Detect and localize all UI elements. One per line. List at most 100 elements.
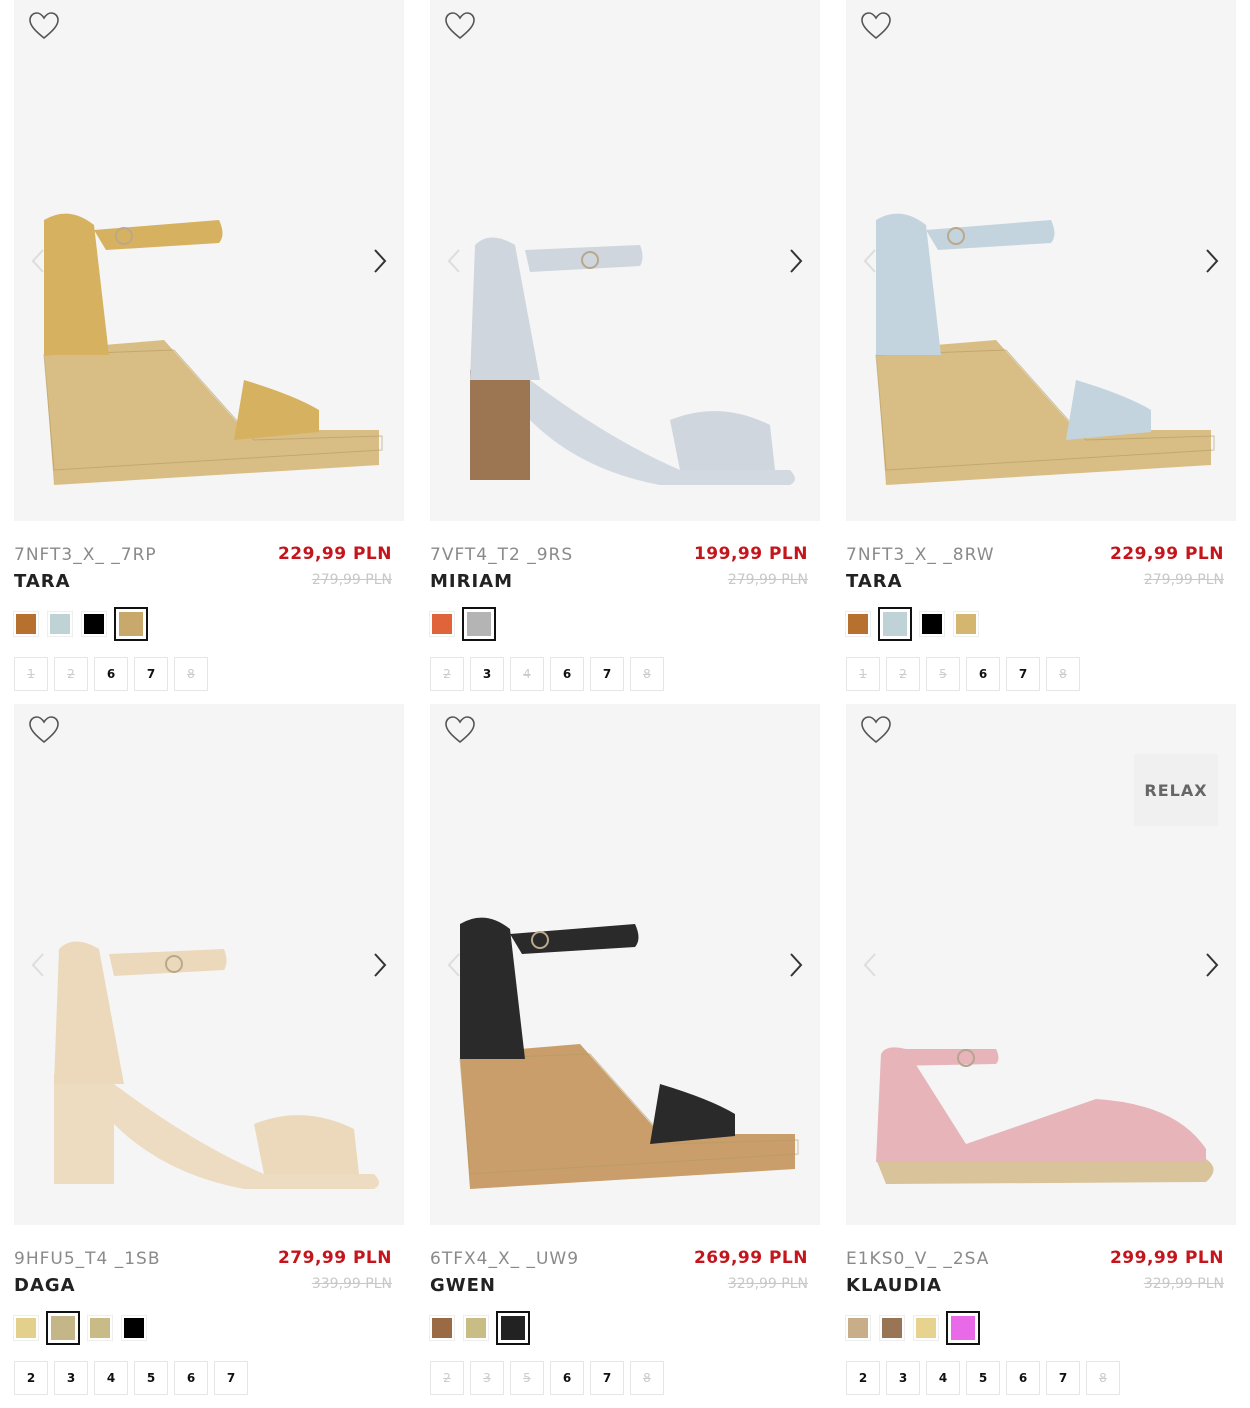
product-name[interactable]: GWEN (430, 1275, 496, 1296)
product-sku: 9HFU5_T4 _1SB (14, 1249, 161, 1269)
size-option[interactable]: 3 (470, 1361, 504, 1395)
size-option[interactable]: 2 (430, 657, 464, 691)
product-card[interactable]: 6TFX4_X_ _UW9 GWEN 269,99 PLN 329,99 PLN 2 3 5… (429, 704, 820, 1395)
size-options: 12678 (14, 657, 404, 691)
size-option[interactable]: 8 (1086, 1361, 1120, 1395)
size-option[interactable]: 3 (54, 1361, 88, 1395)
product-sku: E1KS0_V_ _2SA (846, 1249, 990, 1269)
chevron-left-icon[interactable] (860, 952, 880, 978)
size-option[interactable]: 4 (510, 657, 544, 691)
product-price: 229,99 PLN (1109, 544, 1224, 564)
chevron-right-icon[interactable] (370, 952, 390, 978)
heart-outline-icon[interactable] (860, 715, 892, 745)
color-swatch[interactable] (946, 1311, 980, 1345)
product-card[interactable]: RELAX E1KS0_V_ _2SA KLAUDIA 299,99 PLN 329,9… (845, 704, 1236, 1395)
color-swatch[interactable] (463, 1315, 489, 1341)
heart-outline-icon[interactable] (444, 715, 476, 745)
size-option[interactable]: 7 (214, 1361, 248, 1395)
color-swatch[interactable] (953, 611, 979, 637)
size-option[interactable]: 7 (590, 1361, 624, 1395)
color-swatch[interactable] (845, 611, 871, 637)
color-swatch[interactable] (13, 611, 39, 637)
chevron-left-icon[interactable] (28, 248, 48, 274)
product-name[interactable]: TARA (14, 571, 71, 592)
product-image[interactable] (430, 704, 820, 1225)
product-card[interactable]: 7VFT4_T2 _9RS MIRIAM 199,99 PLN 279,99 PLN 2… (429, 0, 820, 691)
product-old-price: 279,99 PLN (1143, 572, 1224, 588)
product-card[interactable]: 9HFU5_T4 _1SB DAGA 279,99 PLN 339,99 PLN 2 3 4… (13, 704, 404, 1395)
size-option[interactable]: 5 (926, 657, 960, 691)
color-swatch[interactable] (496, 1311, 530, 1345)
color-swatch[interactable] (845, 1315, 871, 1341)
product-meta: 7NFT3_X_ _7RP TARA 229,99 PLN 279,99 PLN (14, 541, 404, 599)
product-name[interactable]: MIRIAM (430, 571, 513, 592)
size-option[interactable]: 2 (14, 1361, 48, 1395)
size-option[interactable]: 8 (630, 657, 664, 691)
chevron-left-icon[interactable] (444, 952, 464, 978)
heart-outline-icon[interactable] (860, 11, 892, 41)
size-option[interactable]: 8 (630, 1361, 664, 1395)
chevron-right-icon[interactable] (1202, 248, 1222, 274)
color-swatch[interactable] (878, 607, 912, 641)
color-swatch[interactable] (121, 1315, 147, 1341)
size-option[interactable]: 3 (886, 1361, 920, 1395)
product-image[interactable] (14, 704, 404, 1225)
product-image[interactable] (430, 0, 820, 521)
color-swatch[interactable] (81, 611, 107, 637)
size-option[interactable]: 8 (1046, 657, 1080, 691)
product-image[interactable]: RELAX (846, 704, 1236, 1225)
chevron-right-icon[interactable] (1202, 952, 1222, 978)
size-option[interactable]: 4 (926, 1361, 960, 1395)
size-option[interactable]: 2 (846, 1361, 880, 1395)
color-swatch[interactable] (13, 1315, 39, 1341)
size-option[interactable]: 5 (966, 1361, 1000, 1395)
color-swatch[interactable] (462, 607, 496, 641)
chevron-left-icon[interactable] (444, 248, 464, 274)
size-option[interactable]: 1 (14, 657, 48, 691)
size-option[interactable]: 2 (430, 1361, 464, 1395)
size-option[interactable]: 7 (134, 657, 168, 691)
size-option[interactable]: 2 (886, 657, 920, 691)
product-name[interactable]: KLAUDIA (846, 1275, 942, 1296)
chevron-right-icon[interactable] (786, 952, 806, 978)
color-swatch[interactable] (429, 611, 455, 637)
size-option[interactable]: 6 (550, 1361, 584, 1395)
size-option[interactable]: 6 (550, 657, 584, 691)
product-card[interactable]: 7NFT3_X_ _7RP TARA 229,99 PLN 279,99 PLN 1 2 6… (13, 0, 404, 691)
color-swatch[interactable] (87, 1315, 113, 1341)
chevron-left-icon[interactable] (860, 248, 880, 274)
size-option[interactable]: 3 (470, 657, 504, 691)
product-name[interactable]: TARA (846, 571, 903, 592)
color-swatch[interactable] (429, 1315, 455, 1341)
product-image[interactable] (14, 0, 404, 521)
color-swatch[interactable] (114, 607, 148, 641)
size-option[interactable]: 7 (590, 657, 624, 691)
product-price: 299,99 PLN (1109, 1248, 1224, 1268)
product-card[interactable]: 7NFT3_X_ _8RW TARA 229,99 PLN 279,99 PLN 1 2 5… (845, 0, 1236, 691)
color-swatch[interactable] (919, 611, 945, 637)
color-swatch[interactable] (913, 1315, 939, 1341)
size-option[interactable]: 5 (134, 1361, 168, 1395)
size-option[interactable]: 6 (1006, 1361, 1040, 1395)
color-swatch[interactable] (47, 611, 73, 637)
size-option[interactable]: 5 (510, 1361, 544, 1395)
color-swatch[interactable] (879, 1315, 905, 1341)
size-option[interactable]: 7 (1046, 1361, 1080, 1395)
chevron-left-icon[interactable] (28, 952, 48, 978)
heart-outline-icon[interactable] (444, 11, 476, 41)
size-option[interactable]: 2 (54, 657, 88, 691)
size-option[interactable]: 6 (966, 657, 1000, 691)
heart-outline-icon[interactable] (28, 715, 60, 745)
size-option[interactable]: 6 (174, 1361, 208, 1395)
size-option[interactable]: 4 (94, 1361, 128, 1395)
size-option[interactable]: 1 (846, 657, 880, 691)
product-image[interactable] (846, 0, 1236, 521)
heart-outline-icon[interactable] (28, 11, 60, 41)
chevron-right-icon[interactable] (370, 248, 390, 274)
chevron-right-icon[interactable] (786, 248, 806, 274)
size-option[interactable]: 8 (174, 657, 208, 691)
product-name[interactable]: DAGA (14, 1275, 76, 1296)
color-swatch[interactable] (46, 1311, 80, 1345)
size-option[interactable]: 7 (1006, 657, 1040, 691)
size-option[interactable]: 6 (94, 657, 128, 691)
